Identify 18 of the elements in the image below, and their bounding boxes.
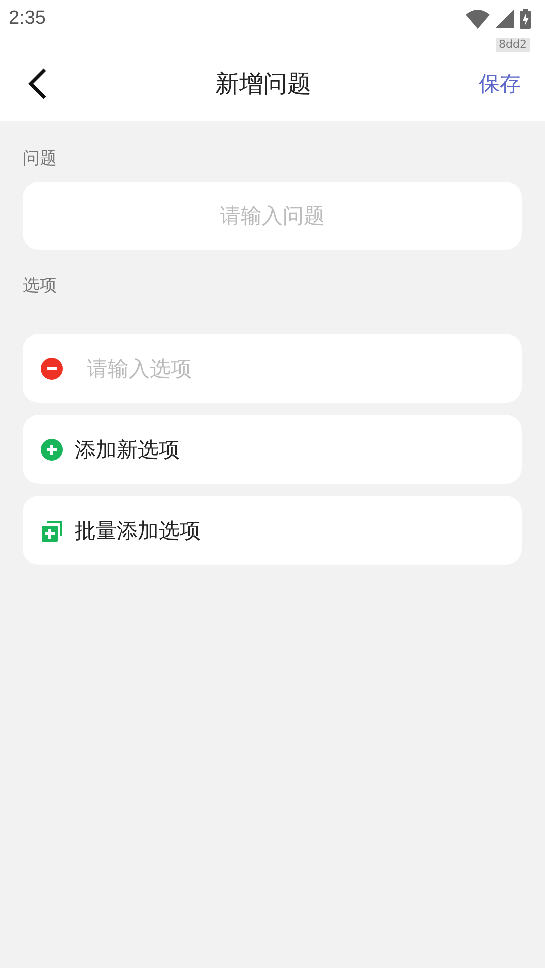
build-tag: 8dd2	[496, 38, 530, 52]
battery-icon	[520, 9, 531, 29]
signal-icon	[496, 10, 514, 28]
add-option-button[interactable]: 添加新选项	[23, 415, 522, 484]
option-field[interactable]: 请输入选项	[23, 334, 522, 403]
wifi-icon	[466, 10, 490, 28]
batch-add-button[interactable]: 批量添加选项	[23, 496, 522, 565]
plus-circle-icon	[41, 438, 63, 460]
question-label: 问题	[23, 148, 57, 170]
back-button[interactable]	[28, 68, 48, 100]
status-time: 2:35	[9, 8, 46, 30]
options-label: 选项	[23, 275, 57, 297]
page-title: 新增问题	[216, 68, 312, 100]
remove-icon[interactable]	[41, 358, 63, 380]
save-button[interactable]: 保存	[479, 70, 521, 98]
option-input[interactable]: 请输入选项	[87, 356, 504, 380]
question-field[interactable]: 请输入问题	[23, 182, 522, 250]
batch-add-icon	[41, 520, 63, 542]
